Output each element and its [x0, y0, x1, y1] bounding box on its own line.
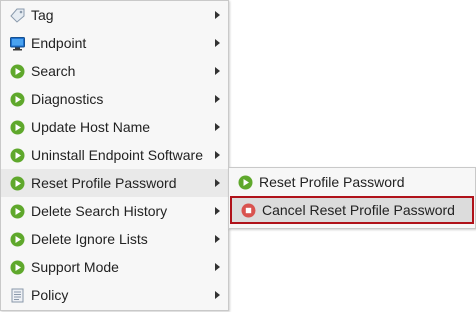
submenu: Reset Profile Password Cancel Reset Prof… [228, 167, 476, 229]
play-icon [10, 176, 25, 191]
menu-item-uninstall-endpoint-software[interactable]: Uninstall Endpoint Software [1, 141, 228, 169]
play-icon [10, 148, 25, 163]
menu-item-label: Search [31, 63, 76, 79]
tag-icon [10, 8, 25, 23]
play-icon [10, 92, 25, 107]
submenu-arrow-icon [215, 151, 220, 159]
menu-item-diagnostics[interactable]: Diagnostics [1, 85, 228, 113]
submenu-arrow-icon [215, 263, 220, 271]
menu-item-label: Reset Profile Password [31, 175, 177, 191]
menu-item-support-mode[interactable]: Support Mode [1, 253, 228, 281]
play-icon [238, 175, 253, 190]
monitor-icon [10, 36, 25, 51]
submenu-arrow-icon [215, 39, 220, 47]
play-icon [10, 260, 25, 275]
menu-item-policy[interactable]: Policy [1, 281, 228, 309]
menu-item-label: Uninstall Endpoint Software [31, 147, 203, 163]
menu-item-update-host-name[interactable]: Update Host Name [1, 113, 228, 141]
context-menu: Tag Endpoint Search Diagnostics Update H… [0, 0, 229, 311]
submenu-arrow-icon [215, 95, 220, 103]
submenu-item-label: Reset Profile Password [259, 174, 405, 190]
menu-item-label: Policy [31, 287, 69, 303]
menu-item-tag[interactable]: Tag [1, 1, 228, 29]
menu-item-label: Delete Ignore Lists [31, 231, 148, 247]
submenu-arrow-icon [215, 67, 220, 75]
stop-icon [241, 203, 256, 218]
submenu-item-cancel-reset-profile-password[interactable]: Cancel Reset Profile Password [230, 196, 474, 224]
menu-item-reset-profile-password[interactable]: Reset Profile Password [1, 169, 228, 197]
menu-item-delete-ignore-lists[interactable]: Delete Ignore Lists [1, 225, 228, 253]
submenu-arrow-icon [215, 235, 220, 243]
menu-item-label: Delete Search History [31, 203, 168, 219]
submenu-item-reset-profile-password[interactable]: Reset Profile Password [229, 168, 475, 196]
submenu-item-label: Cancel Reset Profile Password [262, 202, 455, 218]
menu-item-label: Diagnostics [31, 91, 104, 107]
menu-item-label: Update Host Name [31, 119, 151, 135]
submenu-arrow-icon [215, 207, 220, 215]
menu-item-endpoint[interactable]: Endpoint [1, 29, 228, 57]
menu-item-label: Endpoint [31, 35, 87, 51]
submenu-arrow-icon [215, 123, 220, 131]
menu-item-search[interactable]: Search [1, 57, 228, 85]
menu-item-label: Tag [31, 7, 54, 23]
menu-item-delete-search-history[interactable]: Delete Search History [1, 197, 228, 225]
policy-icon [10, 288, 25, 303]
submenu-arrow-icon [215, 179, 220, 187]
menu-item-label: Support Mode [31, 259, 119, 275]
play-icon [10, 204, 25, 219]
play-icon [10, 232, 25, 247]
play-icon [10, 120, 25, 135]
submenu-arrow-icon [215, 291, 220, 299]
play-icon [10, 64, 25, 79]
submenu-arrow-icon [215, 11, 220, 19]
